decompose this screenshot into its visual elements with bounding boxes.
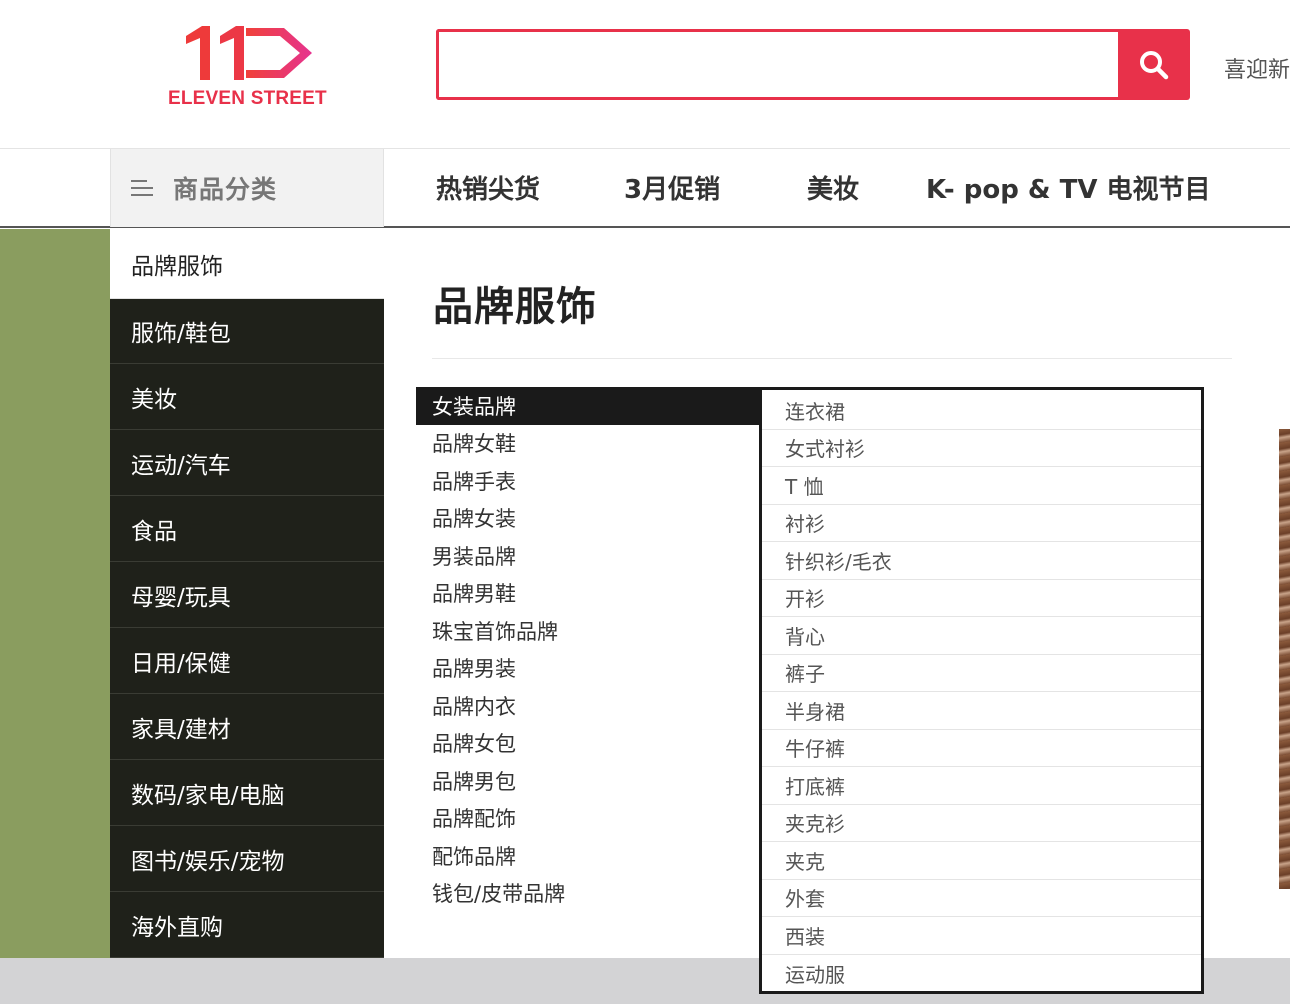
product-type-item[interactable]: 衬衫 (762, 504, 1201, 542)
product-type-item[interactable]: 裤子 (762, 654, 1201, 692)
banner-product-image (1279, 429, 1290, 889)
product-type-list: 连衣裙 女式衬衫 T 恤 衬衫 针织衫/毛衣 开衫 背心 裤子 半身裙 牛仔裤 … (759, 387, 1204, 994)
categories-label: 商品分类 (173, 175, 278, 204)
search-icon (1140, 50, 1169, 79)
welcome-link[interactable]: 喜迎新 (1224, 52, 1290, 84)
menu-icon (131, 180, 153, 196)
category-menu: 品牌服饰 服饰/鞋包 美妆 运动/汽车 食品 母婴/玩具 日用/保健 家具/建材… (110, 229, 384, 958)
product-type-item[interactable]: 女式衬衫 (762, 429, 1201, 467)
subcategory-item[interactable]: 珠宝首饰品牌 (416, 612, 762, 650)
subcategory-item[interactable]: 品牌男包 (416, 762, 762, 800)
product-type-item[interactable]: 打底裤 (762, 767, 1201, 805)
product-type-item[interactable]: 夹克衫 (762, 804, 1201, 842)
nav-item-beauty[interactable]: 美妆 (807, 169, 859, 206)
category-item-brand-fashion[interactable]: 品牌服饰 (110, 229, 384, 299)
subcategory-item[interactable]: 钱包/皮带品牌 (416, 874, 762, 912)
product-type-item[interactable]: 夹克 (762, 842, 1201, 880)
logo-mark-icon (186, 26, 312, 80)
flyout-title: 品牌服饰 (433, 284, 597, 330)
subcategory-item[interactable]: 配饰品牌 (416, 837, 762, 875)
subcategory-item-active[interactable]: 女装品牌 (416, 387, 762, 425)
subcategory-item[interactable]: 男装品牌 (416, 537, 762, 575)
site-header: ELEVEN STREET 喜迎新 (0, 0, 1290, 148)
category-item[interactable]: 美妆 (110, 365, 384, 430)
category-item[interactable]: 海外直购 (110, 893, 384, 958)
nav-item-kpop[interactable]: K- pop & TV 电视节目 (926, 169, 1211, 206)
subcategory-item[interactable]: 品牌女装 (416, 499, 762, 537)
product-type-item[interactable]: 外套 (762, 879, 1201, 917)
subcategory-item[interactable]: 品牌内衣 (416, 687, 762, 725)
product-type-item[interactable]: T 恤 (762, 467, 1201, 505)
product-type-item[interactable]: 针织衫/毛衣 (762, 542, 1201, 580)
subcategory-item[interactable]: 品牌女鞋 (416, 424, 762, 462)
product-type-item[interactable]: 半身裙 (762, 692, 1201, 730)
category-item[interactable]: 食品 (110, 497, 384, 562)
subcategory-item[interactable]: 品牌男装 (416, 649, 762, 687)
product-type-item[interactable]: 背心 (762, 617, 1201, 655)
category-item[interactable]: 母婴/玩具 (110, 563, 384, 628)
category-item[interactable]: 数码/家电/电脑 (110, 761, 384, 826)
main-nav: 商品分类 热销尖货 3月促销 美妆 K- pop & TV 电视节目 (0, 148, 1290, 228)
category-item[interactable]: 服饰/鞋包 (110, 299, 384, 364)
search-input-wrapper[interactable] (436, 29, 1120, 100)
site-logo[interactable]: ELEVEN STREET (160, 18, 335, 114)
product-type-item[interactable]: 运动服 (762, 954, 1201, 992)
product-type-item[interactable]: 牛仔裤 (762, 729, 1201, 767)
categories-button[interactable]: 商品分类 (110, 149, 384, 227)
category-item[interactable]: 运动/汽车 (110, 431, 384, 496)
product-type-item[interactable]: 开衫 (762, 579, 1201, 617)
subcategory-item[interactable]: 品牌男鞋 (416, 574, 762, 612)
banner-image-edge (1279, 229, 1290, 958)
product-type-item[interactable]: 西装 (762, 917, 1201, 955)
category-item[interactable]: 家具/建材 (110, 695, 384, 760)
search-input[interactable] (439, 32, 1120, 97)
category-item[interactable]: 日用/保健 (110, 629, 384, 694)
subcategory-item[interactable]: 品牌配饰 (416, 799, 762, 837)
subcategory-item[interactable]: 品牌女包 (416, 724, 762, 762)
product-type-item[interactable]: 连衣裙 (762, 392, 1201, 430)
search-button[interactable] (1118, 29, 1190, 100)
logo-wordmark: ELEVEN STREET (168, 88, 327, 109)
subcategory-item[interactable]: 品牌手表 (416, 462, 762, 500)
nav-item-hot[interactable]: 热销尖货 (436, 169, 540, 206)
flyout-divider (432, 358, 1232, 359)
nav-item-march-promo[interactable]: 3月促销 (624, 169, 720, 206)
category-item[interactable]: 图书/娱乐/宠物 (110, 827, 384, 892)
